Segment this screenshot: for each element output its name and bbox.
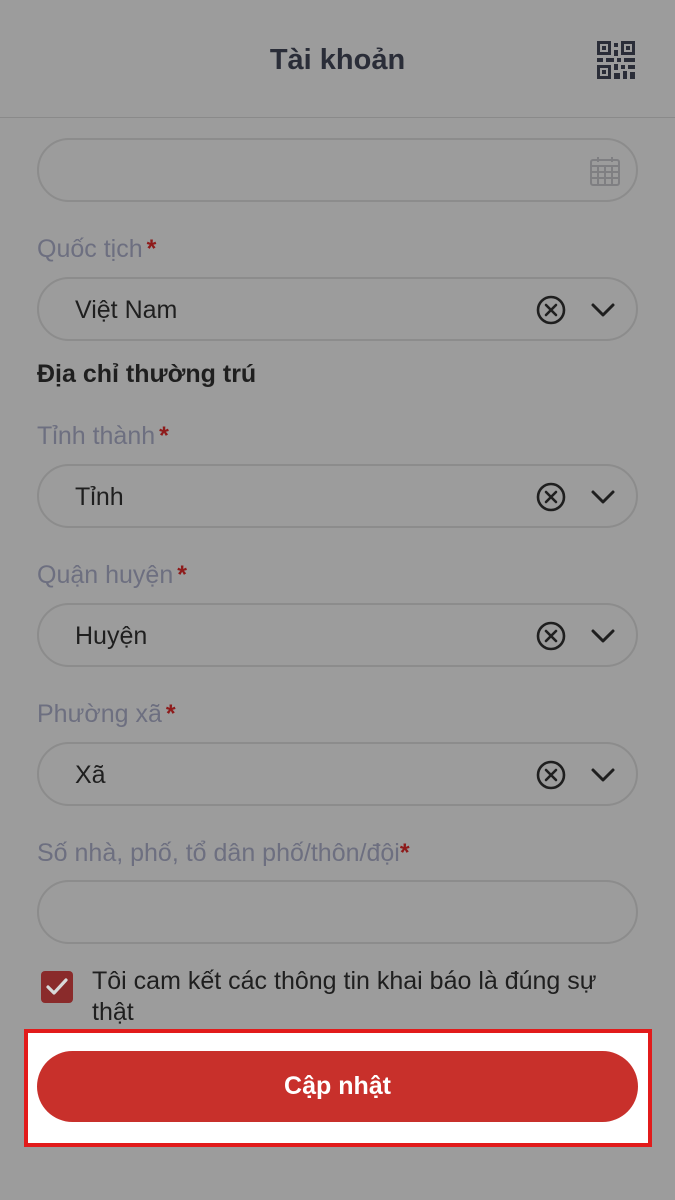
calendar-icon[interactable] <box>589 155 621 187</box>
permanent-address-heading: Địa chỉ thường trú <box>37 360 257 388</box>
street-label-text: Số nhà, phố, tổ dân phố/thôn/đội <box>37 839 400 867</box>
ward-label-text: Phường xã <box>37 700 162 728</box>
ward-value: Xã <box>75 761 106 789</box>
qr-code-icon[interactable] <box>597 41 635 79</box>
province-select[interactable]: Tỉnh <box>37 464 638 528</box>
chevron-down-icon[interactable] <box>590 624 616 648</box>
street-input[interactable] <box>37 880 638 944</box>
nationality-label-text: Quốc tịch <box>37 235 143 263</box>
clear-circle-icon[interactable] <box>536 482 566 512</box>
commitment-text: Tôi cam kết các thông tin khai báo là đú… <box>92 967 597 1026</box>
street-label: Số nhà, phố, tổ dân phố/thôn/đội* <box>37 839 410 868</box>
required-mark: * <box>399 839 410 867</box>
chevron-down-icon[interactable] <box>590 298 616 322</box>
checkmark-icon <box>46 978 68 995</box>
date-field[interactable] <box>37 138 638 202</box>
clear-circle-icon[interactable] <box>536 760 566 790</box>
required-mark: * <box>165 700 176 728</box>
update-button[interactable]: Cập nhật <box>37 1051 638 1122</box>
app-header: Tài khoản <box>0 0 675 118</box>
district-label: Quận huyện * <box>37 561 187 590</box>
chevron-down-icon[interactable] <box>590 485 616 509</box>
ward-select[interactable]: Xã <box>37 742 638 806</box>
province-value: Tỉnh <box>75 483 124 511</box>
required-mark: * <box>146 235 157 263</box>
district-label-text: Quận huyện <box>37 561 174 589</box>
nationality-select[interactable]: Việt Nam <box>37 277 638 341</box>
province-label-text: Tỉnh thành <box>37 422 156 450</box>
ward-label: Phường xã * <box>37 700 176 729</box>
nationality-label: Quốc tịch * <box>37 235 156 264</box>
clear-circle-icon[interactable] <box>536 295 566 325</box>
page-title: Tài khoản <box>269 44 406 76</box>
district-value: Huyện <box>75 622 148 650</box>
clear-circle-icon[interactable] <box>536 621 566 651</box>
required-mark: * <box>159 422 169 450</box>
district-select[interactable]: Huyện <box>37 603 638 667</box>
commitment-checkbox[interactable] <box>41 971 73 1003</box>
nationality-value: Việt Nam <box>75 296 178 324</box>
chevron-down-icon[interactable] <box>590 763 616 787</box>
province-label: Tỉnh thành * <box>37 422 169 451</box>
required-mark: * <box>177 561 187 589</box>
